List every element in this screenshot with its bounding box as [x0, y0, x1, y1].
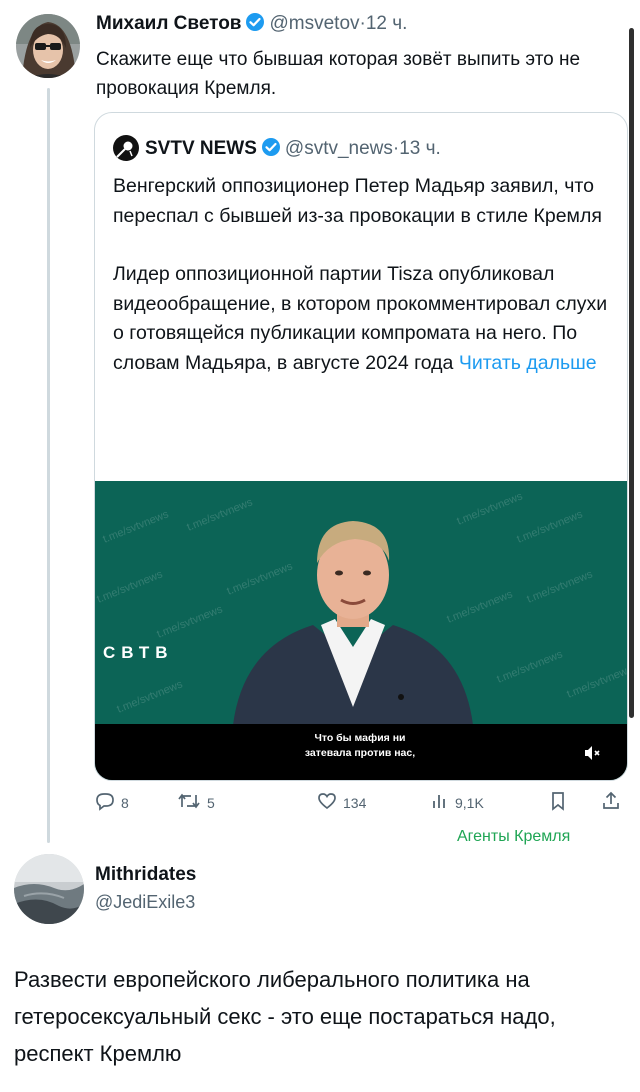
watermark: t.me/svtvnews: [95, 568, 165, 606]
author-name[interactable]: Михаил Светов: [96, 13, 241, 34]
scrollbar[interactable]: [629, 28, 634, 718]
watermark: t.me/svtvnews: [515, 508, 585, 546]
watermark: t.me/svtvnews: [101, 508, 171, 546]
watermark: t.me/svtvnews: [525, 568, 595, 606]
watermark: t.me/svtvnews: [565, 663, 627, 701]
view-count: 9,1K: [455, 794, 484, 811]
watermark: t.me/svtvnews: [495, 648, 565, 686]
quote-time[interactable]: 13 ч.: [399, 138, 441, 159]
quote-author-handle[interactable]: @svtv_news: [285, 138, 393, 159]
channel-logo: СВТВ: [103, 643, 174, 662]
mute-icon[interactable]: [583, 744, 601, 767]
heart-icon: [316, 790, 338, 815]
quote-header: SVTV NEWS @svtv_news·13 ч.: [113, 135, 441, 167]
quote-text: Венгерский оппозиционер Петер Мадьяр зая…: [113, 172, 613, 378]
speaker-figure: [233, 521, 473, 725]
bookmark-icon: [548, 790, 568, 815]
like-button[interactable]: 134: [316, 790, 366, 815]
subtitle-line: затевала против нас,: [304, 747, 416, 759]
reply-button[interactable]: 8: [94, 790, 129, 815]
video-player[interactable]: t.me/svtvnews t.me/svtvnews t.me/svtvnew…: [95, 481, 627, 780]
tweet-actions: 8 5 134 9,1K: [94, 790, 624, 818]
reply-icon: [94, 790, 116, 815]
views-button[interactable]: 9,1K: [430, 790, 484, 815]
quote-paragraph-1: Венгерский оппозиционер Петер Мадьяр зая…: [113, 175, 602, 227]
read-more-link[interactable]: Читать дальше: [459, 352, 597, 374]
quote-paragraph-2: Лидер оппозиционной партии Tisza опублик…: [113, 260, 613, 378]
share-button[interactable]: [600, 790, 622, 815]
tweet-time[interactable]: 12 ч.: [366, 13, 408, 34]
avatar[interactable]: [14, 854, 84, 924]
avatar[interactable]: [16, 14, 80, 78]
share-icon: [600, 790, 622, 815]
subtitle-line: Что бы мафия ни: [314, 732, 406, 744]
svtv-logo-icon: [113, 135, 139, 167]
verified-badge-icon: [245, 12, 265, 38]
watermark: t.me/svtvnews: [115, 678, 185, 716]
retweet-button[interactable]: 5: [176, 790, 215, 815]
reply-author-name[interactable]: Mithridates: [95, 864, 196, 886]
thread-connector-line: [47, 88, 50, 843]
quote-author-name[interactable]: SVTV NEWS: [145, 138, 257, 159]
caption-label: Агенты Кремля: [457, 828, 571, 845]
reply-count: 8: [121, 794, 129, 811]
reply-text: Развести европейского либерального полит…: [14, 967, 556, 1066]
video-subtitle: Что бы мафия ни затевала против нас,: [265, 731, 455, 761]
author-handle[interactable]: @msvetov: [269, 13, 359, 34]
tweet-text: Скажите еще что бывшая которая зовёт вып…: [96, 49, 581, 99]
bookmark-button[interactable]: [548, 790, 568, 815]
tweet-header: Михаил Светов @msvetov·12 ч.: [96, 12, 407, 38]
quote-tweet-card[interactable]: SVTV NEWS @svtv_news·13 ч. Венгерский опп…: [94, 112, 628, 781]
retweet-count: 5: [207, 794, 215, 811]
like-count: 134: [343, 794, 367, 811]
retweet-icon: [176, 790, 202, 815]
analytics-icon: [430, 790, 450, 815]
watermark: t.me/svtvnews: [155, 603, 225, 641]
reply-author-handle[interactable]: @JediExile3: [95, 892, 195, 913]
verified-badge-icon: [261, 137, 281, 163]
